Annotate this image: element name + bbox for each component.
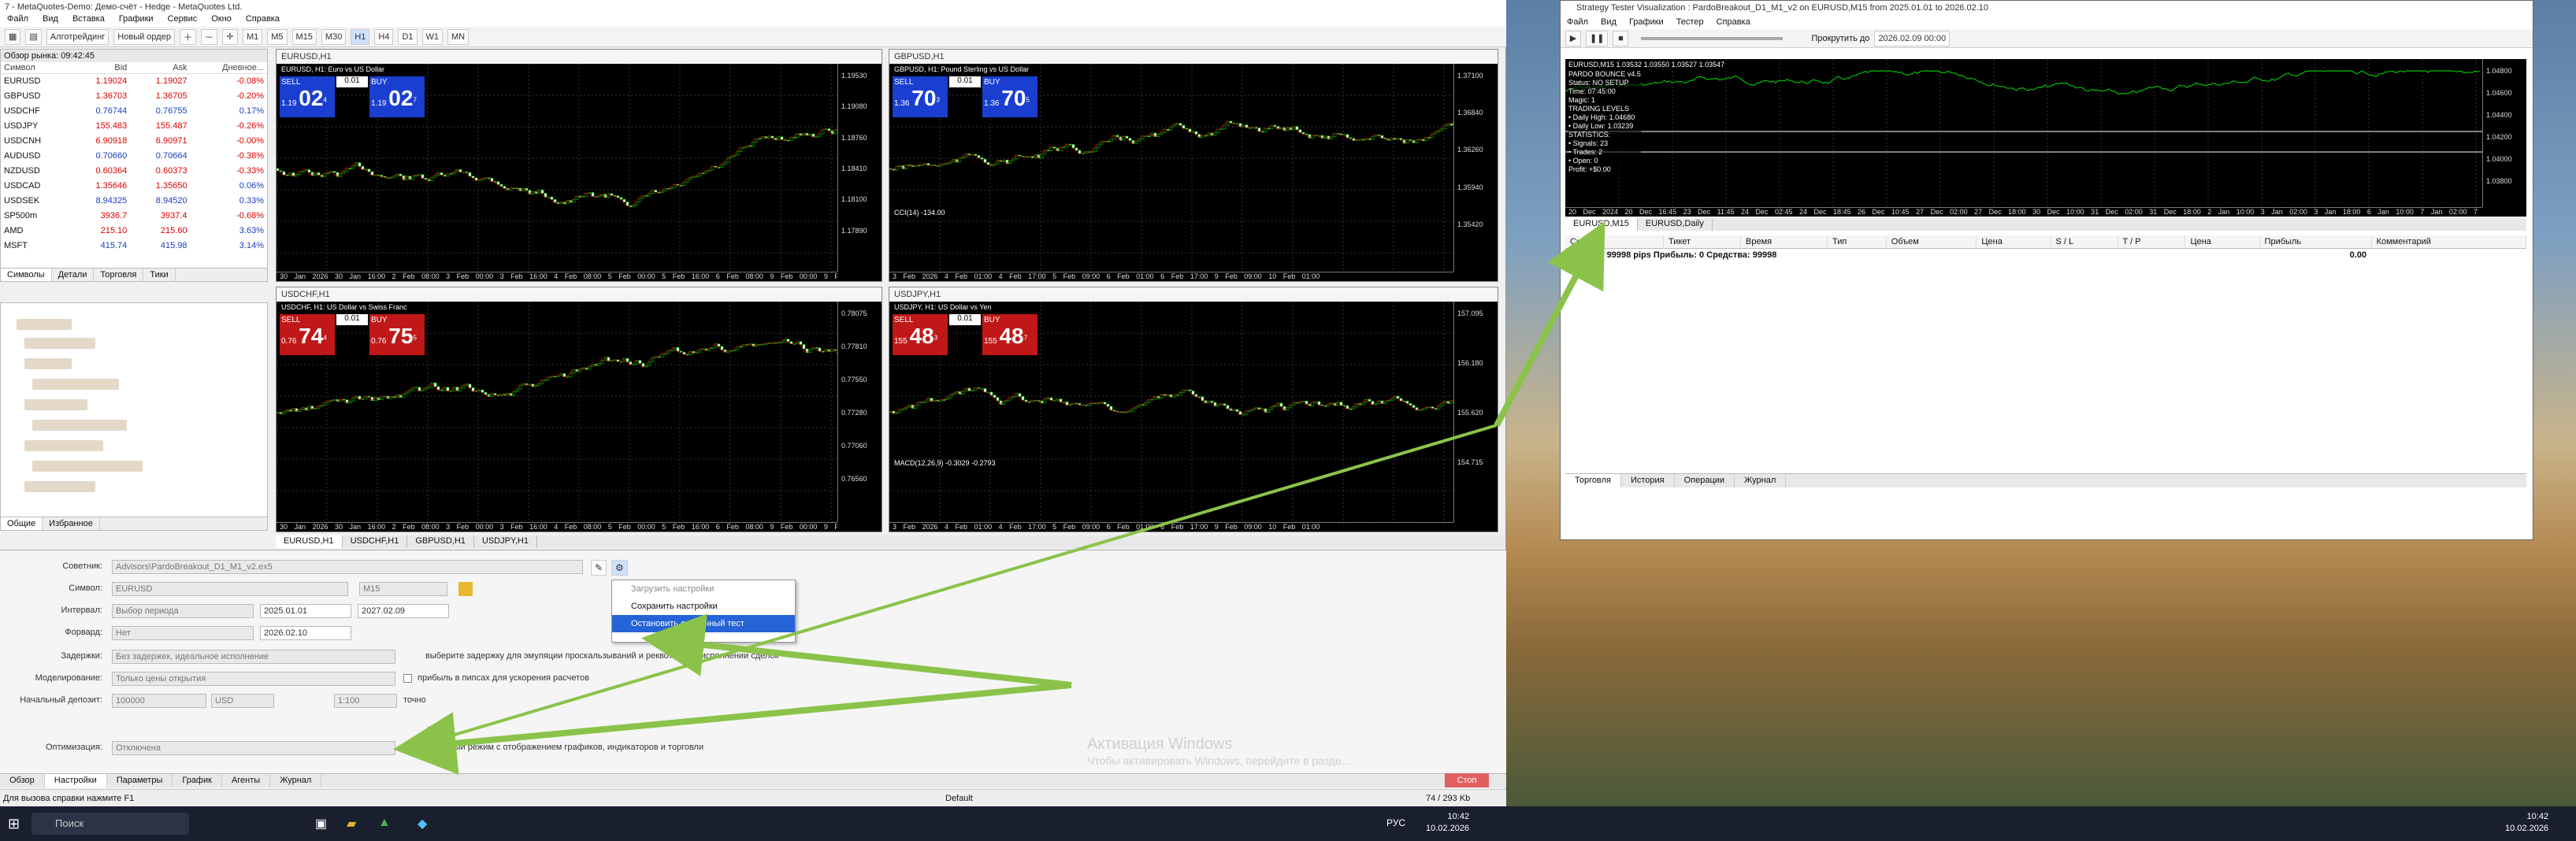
- clock-date: 10.02.2026: [1426, 824, 1470, 833]
- taskbar: ⊞ Поиск ▣ ▰ ▲ ◆ РУС 10:42 10.02.2026 10:…: [0, 806, 2576, 841]
- taskbar-clock-2[interactable]: 10:42 10.02.2026: [2505, 811, 2548, 835]
- taskbar-search[interactable]: Поиск: [32, 813, 189, 835]
- clock-time-2: 10:42: [2526, 812, 2549, 821]
- arrow-to-visual-checkbox: [403, 424, 1498, 757]
- arrow-to-visualizer: [1494, 220, 1605, 427]
- lang-indicator[interactable]: РУС: [1386, 817, 1405, 828]
- arrow-to-optimization: [393, 682, 1072, 775]
- taskbar-app-icon[interactable]: ▣: [315, 816, 327, 832]
- clock-time: 10:42: [1447, 812, 1470, 821]
- annotation-arrows: [393, 220, 1605, 775]
- tester-taskbar-icon[interactable]: ◆: [418, 816, 427, 832]
- arrow-to-stop-menu: [641, 613, 1072, 688]
- windows-start-icon[interactable]: ⊞: [8, 816, 20, 832]
- mt5-taskbar-icon[interactable]: ▲: [378, 816, 391, 830]
- taskbar-clock[interactable]: 10:42 10.02.2026: [1426, 811, 1469, 835]
- clock-date-2: 10.02.2026: [2505, 824, 2549, 833]
- folder-icon[interactable]: ▰: [347, 816, 356, 832]
